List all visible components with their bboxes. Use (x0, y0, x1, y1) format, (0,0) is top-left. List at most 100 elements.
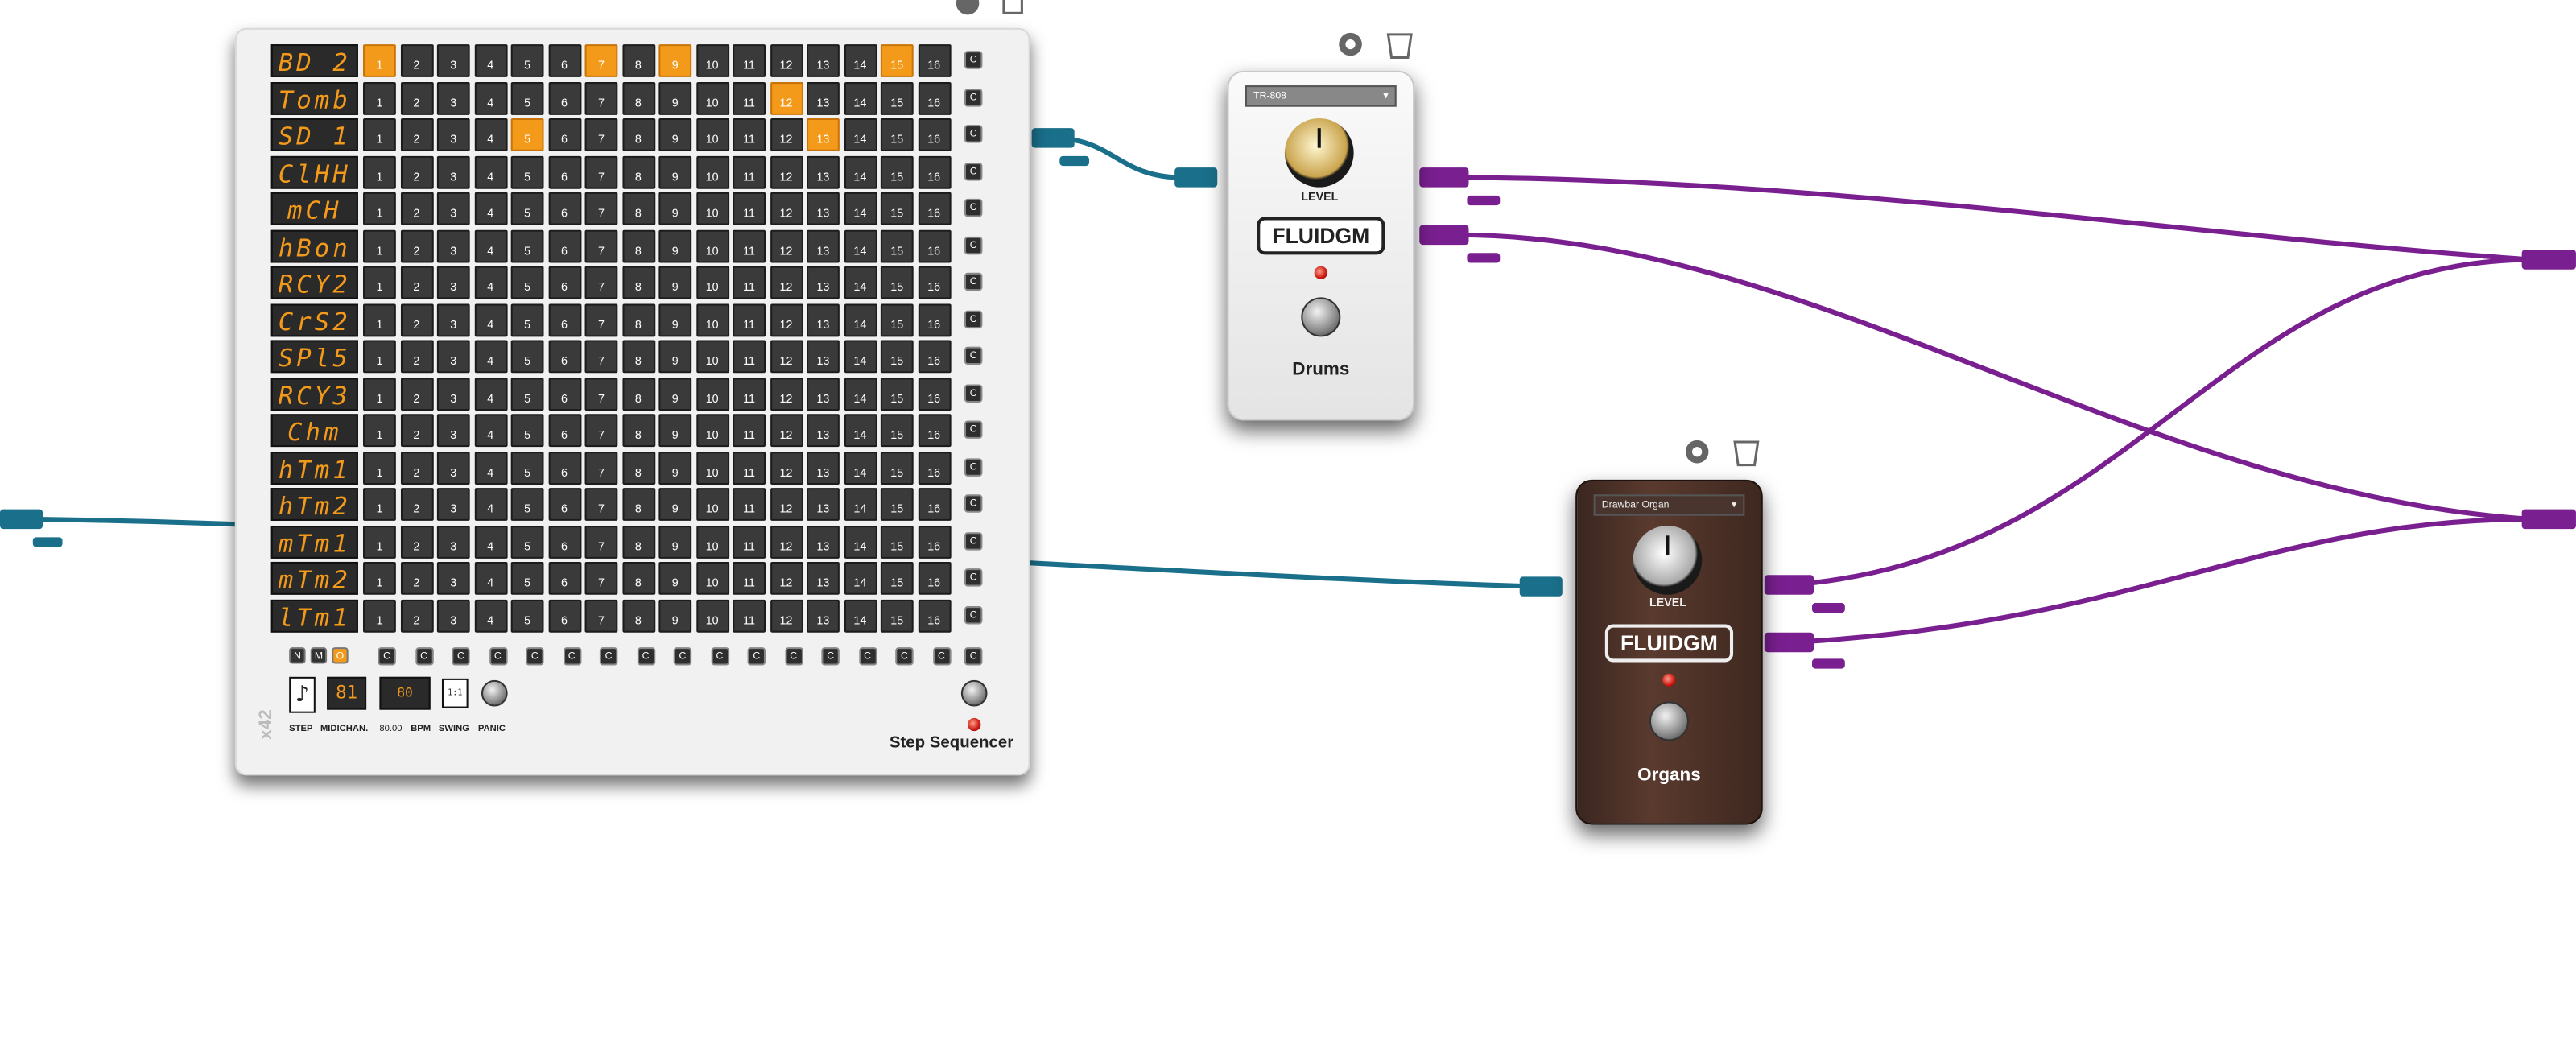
step-button[interactable]: 16 (917, 229, 951, 262)
step-button[interactable]: 13 (807, 488, 840, 521)
step-button[interactable]: 12 (770, 488, 803, 521)
step-button[interactable]: 13 (807, 266, 840, 299)
trash-icon[interactable] (1002, 0, 1023, 14)
bypass-footswitch[interactable] (1301, 297, 1341, 337)
step-button[interactable]: 6 (547, 229, 581, 262)
audio-cable-organs-left[interactable] (1790, 257, 2530, 588)
step-button[interactable]: 1 (363, 229, 396, 262)
step-button[interactable]: 14 (843, 303, 877, 336)
step-button[interactable]: 8 (621, 598, 655, 632)
step-button[interactable]: 13 (807, 192, 840, 225)
step-button[interactable]: 13 (807, 340, 840, 374)
step-button[interactable]: 5 (510, 266, 544, 299)
step-button[interactable]: 16 (917, 303, 951, 336)
step-button[interactable]: 7 (584, 81, 618, 114)
step-button[interactable]: 14 (843, 414, 877, 448)
step-button[interactable]: 4 (473, 561, 507, 595)
step-button[interactable]: 3 (436, 44, 470, 77)
step-button[interactable]: 2 (399, 303, 433, 336)
step-button[interactable]: 11 (733, 44, 766, 77)
step-button[interactable]: 12 (770, 155, 803, 188)
step-button[interactable]: 1 (363, 44, 396, 77)
step-button[interactable]: 2 (399, 44, 433, 77)
cable-plug[interactable] (1764, 575, 1814, 595)
step-button[interactable]: 2 (399, 451, 433, 485)
step-button[interactable]: 12 (770, 561, 803, 595)
step-button[interactable]: 7 (584, 414, 618, 448)
step-button[interactable]: 13 (807, 598, 840, 632)
step-button[interactable]: 15 (880, 598, 914, 632)
step-button[interactable]: 1 (363, 598, 396, 632)
step-button[interactable]: 6 (547, 266, 581, 299)
unplugged-jack[interactable] (32, 537, 63, 547)
clear-column-button[interactable]: C (378, 647, 396, 666)
track-name[interactable]: SPl5 (270, 340, 358, 374)
step-button[interactable]: 15 (880, 377, 914, 411)
track-name[interactable]: ClHH (270, 155, 358, 188)
step-button[interactable]: 4 (473, 118, 507, 151)
step-button[interactable]: 11 (733, 303, 766, 336)
swing-display[interactable]: 1:1 (441, 678, 469, 708)
step-button[interactable]: 11 (733, 118, 766, 151)
step-button[interactable]: 15 (880, 303, 914, 336)
step-button[interactable]: 13 (807, 525, 840, 558)
step-button[interactable]: 8 (621, 303, 655, 336)
step-button[interactable]: 1 (363, 81, 396, 114)
step-button[interactable]: 8 (621, 44, 655, 77)
step-button[interactable]: 14 (843, 44, 877, 77)
step-button[interactable]: 6 (547, 303, 581, 336)
clear-row-button[interactable]: C (964, 51, 983, 69)
step-button[interactable]: 2 (399, 192, 433, 225)
step-button[interactable]: 15 (880, 488, 914, 521)
step-button[interactable]: 7 (584, 44, 618, 77)
step-button[interactable]: 10 (696, 303, 729, 336)
step-button[interactable]: 7 (584, 229, 618, 262)
unplugged-jack[interactable] (1812, 602, 1845, 613)
step-button[interactable]: 3 (436, 303, 470, 336)
step-button[interactable]: 11 (733, 377, 766, 411)
step-button[interactable]: 14 (843, 340, 877, 374)
step-button[interactable]: 10 (696, 414, 729, 448)
clear-column-button[interactable]: C (932, 647, 951, 666)
step-button[interactable]: 8 (621, 340, 655, 374)
step-button[interactable]: 10 (696, 118, 729, 151)
step-button[interactable]: 13 (807, 44, 840, 77)
step-button[interactable]: 7 (584, 266, 618, 299)
step-button[interactable]: 6 (547, 155, 581, 188)
step-button[interactable]: 14 (843, 598, 877, 632)
step-button[interactable]: 1 (363, 340, 396, 374)
step-button[interactable]: 4 (473, 414, 507, 448)
step-button[interactable]: 5 (510, 414, 544, 448)
step-button[interactable]: 1 (363, 488, 396, 521)
step-button[interactable]: 2 (399, 488, 433, 521)
step-button[interactable]: 6 (547, 81, 581, 114)
cable-plug[interactable] (1419, 167, 1469, 188)
step-button[interactable]: 13 (807, 155, 840, 188)
step-button[interactable]: 16 (917, 192, 951, 225)
step-button[interactable]: 12 (770, 192, 803, 225)
step-button[interactable]: 11 (733, 488, 766, 521)
step-button[interactable]: 14 (843, 451, 877, 485)
step-button[interactable]: 13 (807, 118, 840, 151)
clear-row-button[interactable]: C (964, 88, 983, 106)
step-button[interactable]: 3 (436, 488, 470, 521)
step-button[interactable]: 5 (510, 192, 544, 225)
clear-column-button[interactable]: C (821, 647, 840, 666)
track-name[interactable]: Chm (270, 414, 358, 448)
step-button[interactable]: 11 (733, 192, 766, 225)
step-button[interactable]: 12 (770, 266, 803, 299)
step-button[interactable]: 9 (658, 488, 692, 521)
step-button[interactable]: 9 (658, 303, 692, 336)
step-button[interactable]: 11 (733, 266, 766, 299)
clear-column-button[interactable]: C (452, 647, 470, 666)
clear-column-button[interactable]: C (895, 647, 914, 666)
step-button[interactable]: 7 (584, 377, 618, 411)
step-button[interactable]: 4 (473, 81, 507, 114)
step-button[interactable]: 1 (363, 192, 396, 225)
step-button[interactable]: 8 (621, 155, 655, 188)
step-button[interactable]: 11 (733, 525, 766, 558)
step-button[interactable]: 13 (807, 303, 840, 336)
step-button[interactable]: 9 (658, 118, 692, 151)
step-button[interactable]: 3 (436, 81, 470, 114)
step-button[interactable]: 12 (770, 451, 803, 485)
